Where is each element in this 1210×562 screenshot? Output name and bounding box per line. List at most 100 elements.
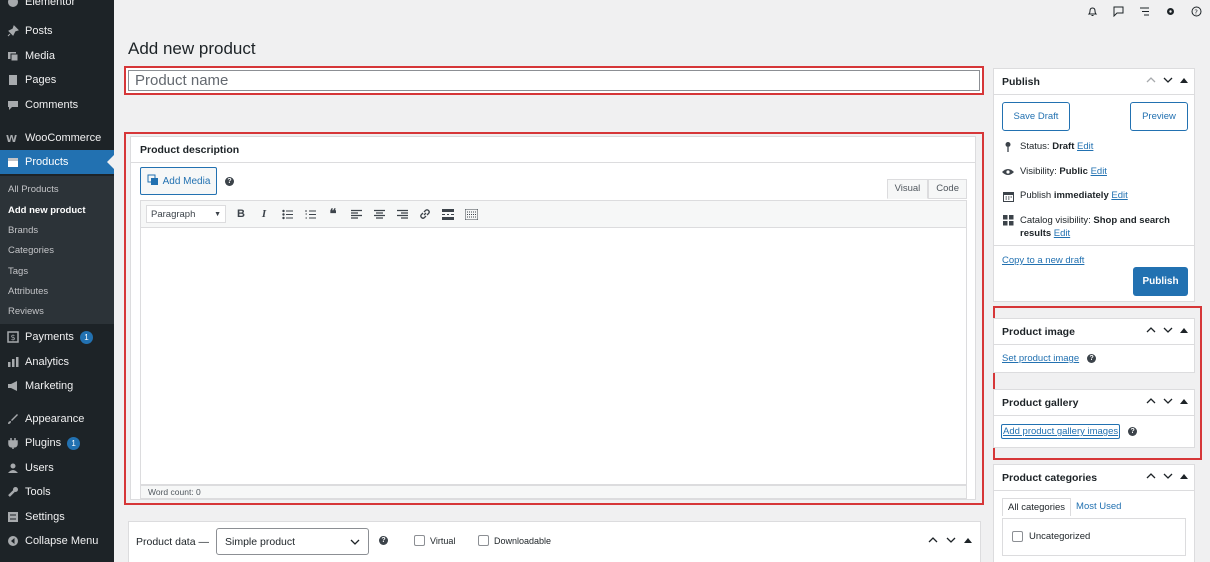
plugins-badge: 1	[67, 436, 81, 450]
set-product-image-link[interactable]: Set product image	[1002, 353, 1079, 364]
virtual-checkbox-box[interactable]	[414, 535, 425, 546]
submenu-add-new-product[interactable]: Add new product	[8, 205, 86, 216]
sidebar-collapse-menu[interactable]: Collapse Menu	[0, 529, 114, 553]
add-media-icon	[147, 174, 159, 189]
toggle-panel-icon[interactable]	[1180, 471, 1188, 482]
copy-to-draft-link[interactable]: Copy to a new draft	[1002, 255, 1084, 266]
sidebar-item-payments[interactable]: $ Payments 1	[0, 325, 114, 349]
toggle-panel-icon[interactable]	[1180, 396, 1188, 407]
align-center-icon[interactable]	[371, 206, 387, 222]
edit-status-link[interactable]: Edit	[1077, 141, 1093, 152]
editor-toolbar: Paragraph ▼ B I ❝	[140, 200, 967, 228]
sidebar-item-woocommerce[interactable]: W WooCommerce	[0, 126, 114, 150]
chevron-down-icon[interactable]	[1163, 325, 1173, 336]
italic-icon[interactable]: I	[256, 206, 272, 222]
sidebar-item-analytics[interactable]: Analytics	[0, 350, 114, 374]
preview-button[interactable]: Preview	[1130, 102, 1188, 131]
sidebar-item-posts[interactable]: Posts	[0, 19, 114, 43]
sidebar-item-products[interactable]: Products	[0, 150, 114, 174]
chevron-up-icon[interactable]	[1146, 75, 1156, 86]
bold-icon[interactable]: B	[233, 206, 249, 222]
chevron-down-icon[interactable]	[1163, 396, 1173, 407]
edit-publish-date-link[interactable]: Edit	[1111, 190, 1127, 201]
message-icon[interactable]	[1112, 5, 1124, 17]
help-circle-icon[interactable]: ?	[1190, 5, 1202, 17]
tab-visual[interactable]: Visual	[886, 179, 929, 199]
sidebar-item-plugins[interactable]: Plugins 1	[0, 431, 114, 455]
sidebar-item-tools[interactable]: Tools	[0, 480, 114, 504]
product-data-panel: Product data — Simple product ? Virtual …	[128, 521, 981, 562]
sidebar-item-users[interactable]: Users	[0, 456, 114, 480]
sidebar-item-elementor[interactable]: Elementor	[0, 0, 114, 14]
product-name-input[interactable]	[128, 70, 980, 91]
visibility-row: Visibility: Public Edit	[1002, 166, 1107, 178]
add-gallery-images-link[interactable]: Add product gallery images	[1001, 424, 1121, 439]
toggle-panel-icon[interactable]	[1180, 75, 1188, 86]
format-select[interactable]: Paragraph ▼	[146, 205, 226, 223]
publish-button[interactable]: Publish	[1133, 267, 1188, 296]
sidebar-item-marketing[interactable]: Marketing	[0, 374, 114, 398]
submenu-brands[interactable]: Brands	[8, 225, 38, 236]
tools-icon	[5, 484, 21, 500]
sidebar-item-settings[interactable]: Settings	[0, 505, 114, 529]
category-item[interactable]: Uncategorized	[1012, 531, 1090, 542]
submenu-reviews[interactable]: Reviews	[8, 306, 44, 317]
settings-icon	[5, 509, 21, 525]
editor-content-area[interactable]	[140, 228, 967, 485]
chevron-up-icon[interactable]	[1146, 471, 1156, 482]
bullet-list-icon[interactable]	[279, 206, 295, 222]
edit-visibility-link[interactable]: Edit	[1091, 166, 1107, 177]
gear-icon[interactable]	[1164, 5, 1176, 17]
product-data-help-icon[interactable]: ?	[379, 536, 388, 545]
dropdown-arrow-icon: ▼	[214, 210, 221, 218]
toggle-panel-icon[interactable]	[1180, 325, 1188, 336]
align-left-icon[interactable]	[348, 206, 364, 222]
sidebar-item-media[interactable]: Media	[0, 44, 114, 68]
chevron-down-icon[interactable]	[946, 535, 956, 546]
submenu-tags[interactable]: Tags	[8, 266, 28, 277]
blockquote-icon[interactable]: ❝	[325, 206, 341, 222]
chevron-up-icon[interactable]	[928, 535, 938, 546]
bell-icon[interactable]	[1086, 5, 1098, 17]
top-toolbar: ?	[1086, 5, 1202, 17]
tab-most-used[interactable]: Most Used	[1071, 498, 1126, 516]
chevron-up-icon[interactable]	[1146, 396, 1156, 407]
submenu-categories[interactable]: Categories	[8, 245, 54, 256]
chevron-down-icon[interactable]	[1163, 75, 1173, 86]
sidebar-item-pages[interactable]: Pages	[0, 68, 114, 92]
downloadable-checkbox[interactable]: Downloadable	[478, 535, 551, 546]
publish-divider	[994, 245, 1194, 246]
gallery-help-icon[interactable]: ?	[1128, 427, 1138, 436]
toggle-panel-icon[interactable]	[964, 535, 972, 546]
help-icon[interactable]: ?	[225, 177, 234, 186]
submenu-all-products[interactable]: All Products	[8, 184, 59, 195]
tab-all-categories[interactable]: All categories	[1002, 498, 1072, 516]
category-checkbox[interactable]	[1012, 531, 1023, 542]
sidebar-item-comments[interactable]: Comments	[0, 93, 114, 117]
chevron-down-icon[interactable]	[1163, 471, 1173, 482]
editor-tabs: Visual Code	[886, 179, 967, 199]
image-help-icon[interactable]: ?	[1087, 354, 1097, 363]
align-right-icon[interactable]	[394, 206, 410, 222]
publish-title: Publish	[994, 69, 1194, 95]
tab-code[interactable]: Code	[928, 179, 967, 199]
toolbar-toggle-icon[interactable]	[463, 206, 479, 222]
svg-text:$: $	[11, 333, 16, 342]
virtual-checkbox[interactable]: Virtual	[414, 535, 455, 546]
categories-arrows	[1146, 471, 1188, 482]
product-type-select[interactable]: Simple product	[216, 528, 369, 555]
payments-icon: $	[5, 329, 21, 345]
product-image-arrows	[1146, 325, 1188, 336]
numbered-list-icon[interactable]	[302, 206, 318, 222]
submenu-attributes[interactable]: Attributes	[8, 286, 48, 297]
link-icon[interactable]	[417, 206, 433, 222]
read-more-icon[interactable]	[440, 206, 456, 222]
list-icon[interactable]	[1138, 5, 1150, 17]
add-media-button[interactable]: Add Media	[140, 167, 217, 195]
save-draft-button[interactable]: Save Draft	[1002, 102, 1070, 131]
sidebar-item-appearance[interactable]: Appearance	[0, 407, 114, 431]
product-description-panel: Product description Add Media ? Visual C…	[130, 136, 976, 500]
downloadable-checkbox-box[interactable]	[478, 535, 489, 546]
edit-catalog-visibility-link[interactable]: Edit	[1054, 228, 1070, 239]
chevron-up-icon[interactable]	[1146, 325, 1156, 336]
